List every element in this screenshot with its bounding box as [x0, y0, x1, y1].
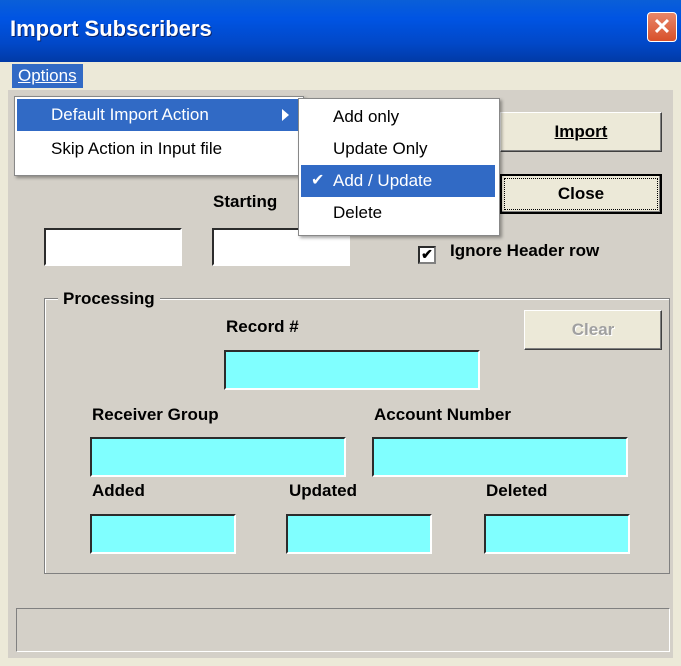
added-field [90, 514, 236, 554]
submenu-item-add-only[interactable]: Add only [301, 101, 495, 133]
options-dropdown-menu: Default Import Action Skip Action in Inp… [14, 96, 304, 176]
checkmark-icon: ✔ [311, 172, 325, 189]
account-number-label: Account Number [374, 405, 511, 424]
starting-label: Starting [213, 192, 278, 211]
updated-label: Updated [289, 481, 357, 500]
receiver-group-field [90, 437, 346, 477]
receiver-group-label: Receiver Group [92, 405, 219, 424]
window-title: Import Subscribers [10, 16, 212, 41]
menu-bar: Options [8, 62, 673, 90]
start-field-a[interactable] [44, 228, 182, 266]
import-action-submenu: Add only Update Only ✔ Add / Update Dele… [298, 98, 500, 236]
account-number-field [372, 437, 628, 477]
ignore-header-checkbox[interactable]: ✔ [418, 246, 436, 264]
submenu-item-update-only[interactable]: Update Only [301, 133, 495, 165]
import-subscribers-window: Import Subscribers ✕ Options Import Clos… [0, 0, 681, 666]
close-button[interactable]: Close [500, 174, 662, 214]
submenu-arrow-icon [282, 109, 289, 121]
deleted-label: Deleted [486, 481, 548, 500]
menu-item-skip-action[interactable]: Skip Action in Input file [17, 133, 299, 165]
import-button[interactable]: Import [500, 112, 662, 152]
submenu-item-delete[interactable]: Delete [301, 197, 495, 229]
menu-item-default-import-action[interactable]: Default Import Action [17, 99, 299, 131]
ignore-header-label: Ignore Header row [450, 241, 600, 260]
updated-field [286, 514, 432, 554]
deleted-field [484, 514, 630, 554]
added-label: Added [92, 481, 145, 500]
processing-group-title: Processing [58, 289, 160, 309]
record-number-field [224, 350, 480, 390]
status-bar [16, 608, 670, 652]
close-window-icon[interactable]: ✕ [647, 12, 677, 42]
submenu-item-add-update[interactable]: ✔ Add / Update [301, 165, 495, 197]
title-bar: Import Subscribers ✕ [0, 0, 681, 62]
record-number-label: Record # [226, 317, 299, 336]
options-menu[interactable]: Options [12, 64, 83, 88]
clear-button[interactable]: Clear [524, 310, 662, 350]
